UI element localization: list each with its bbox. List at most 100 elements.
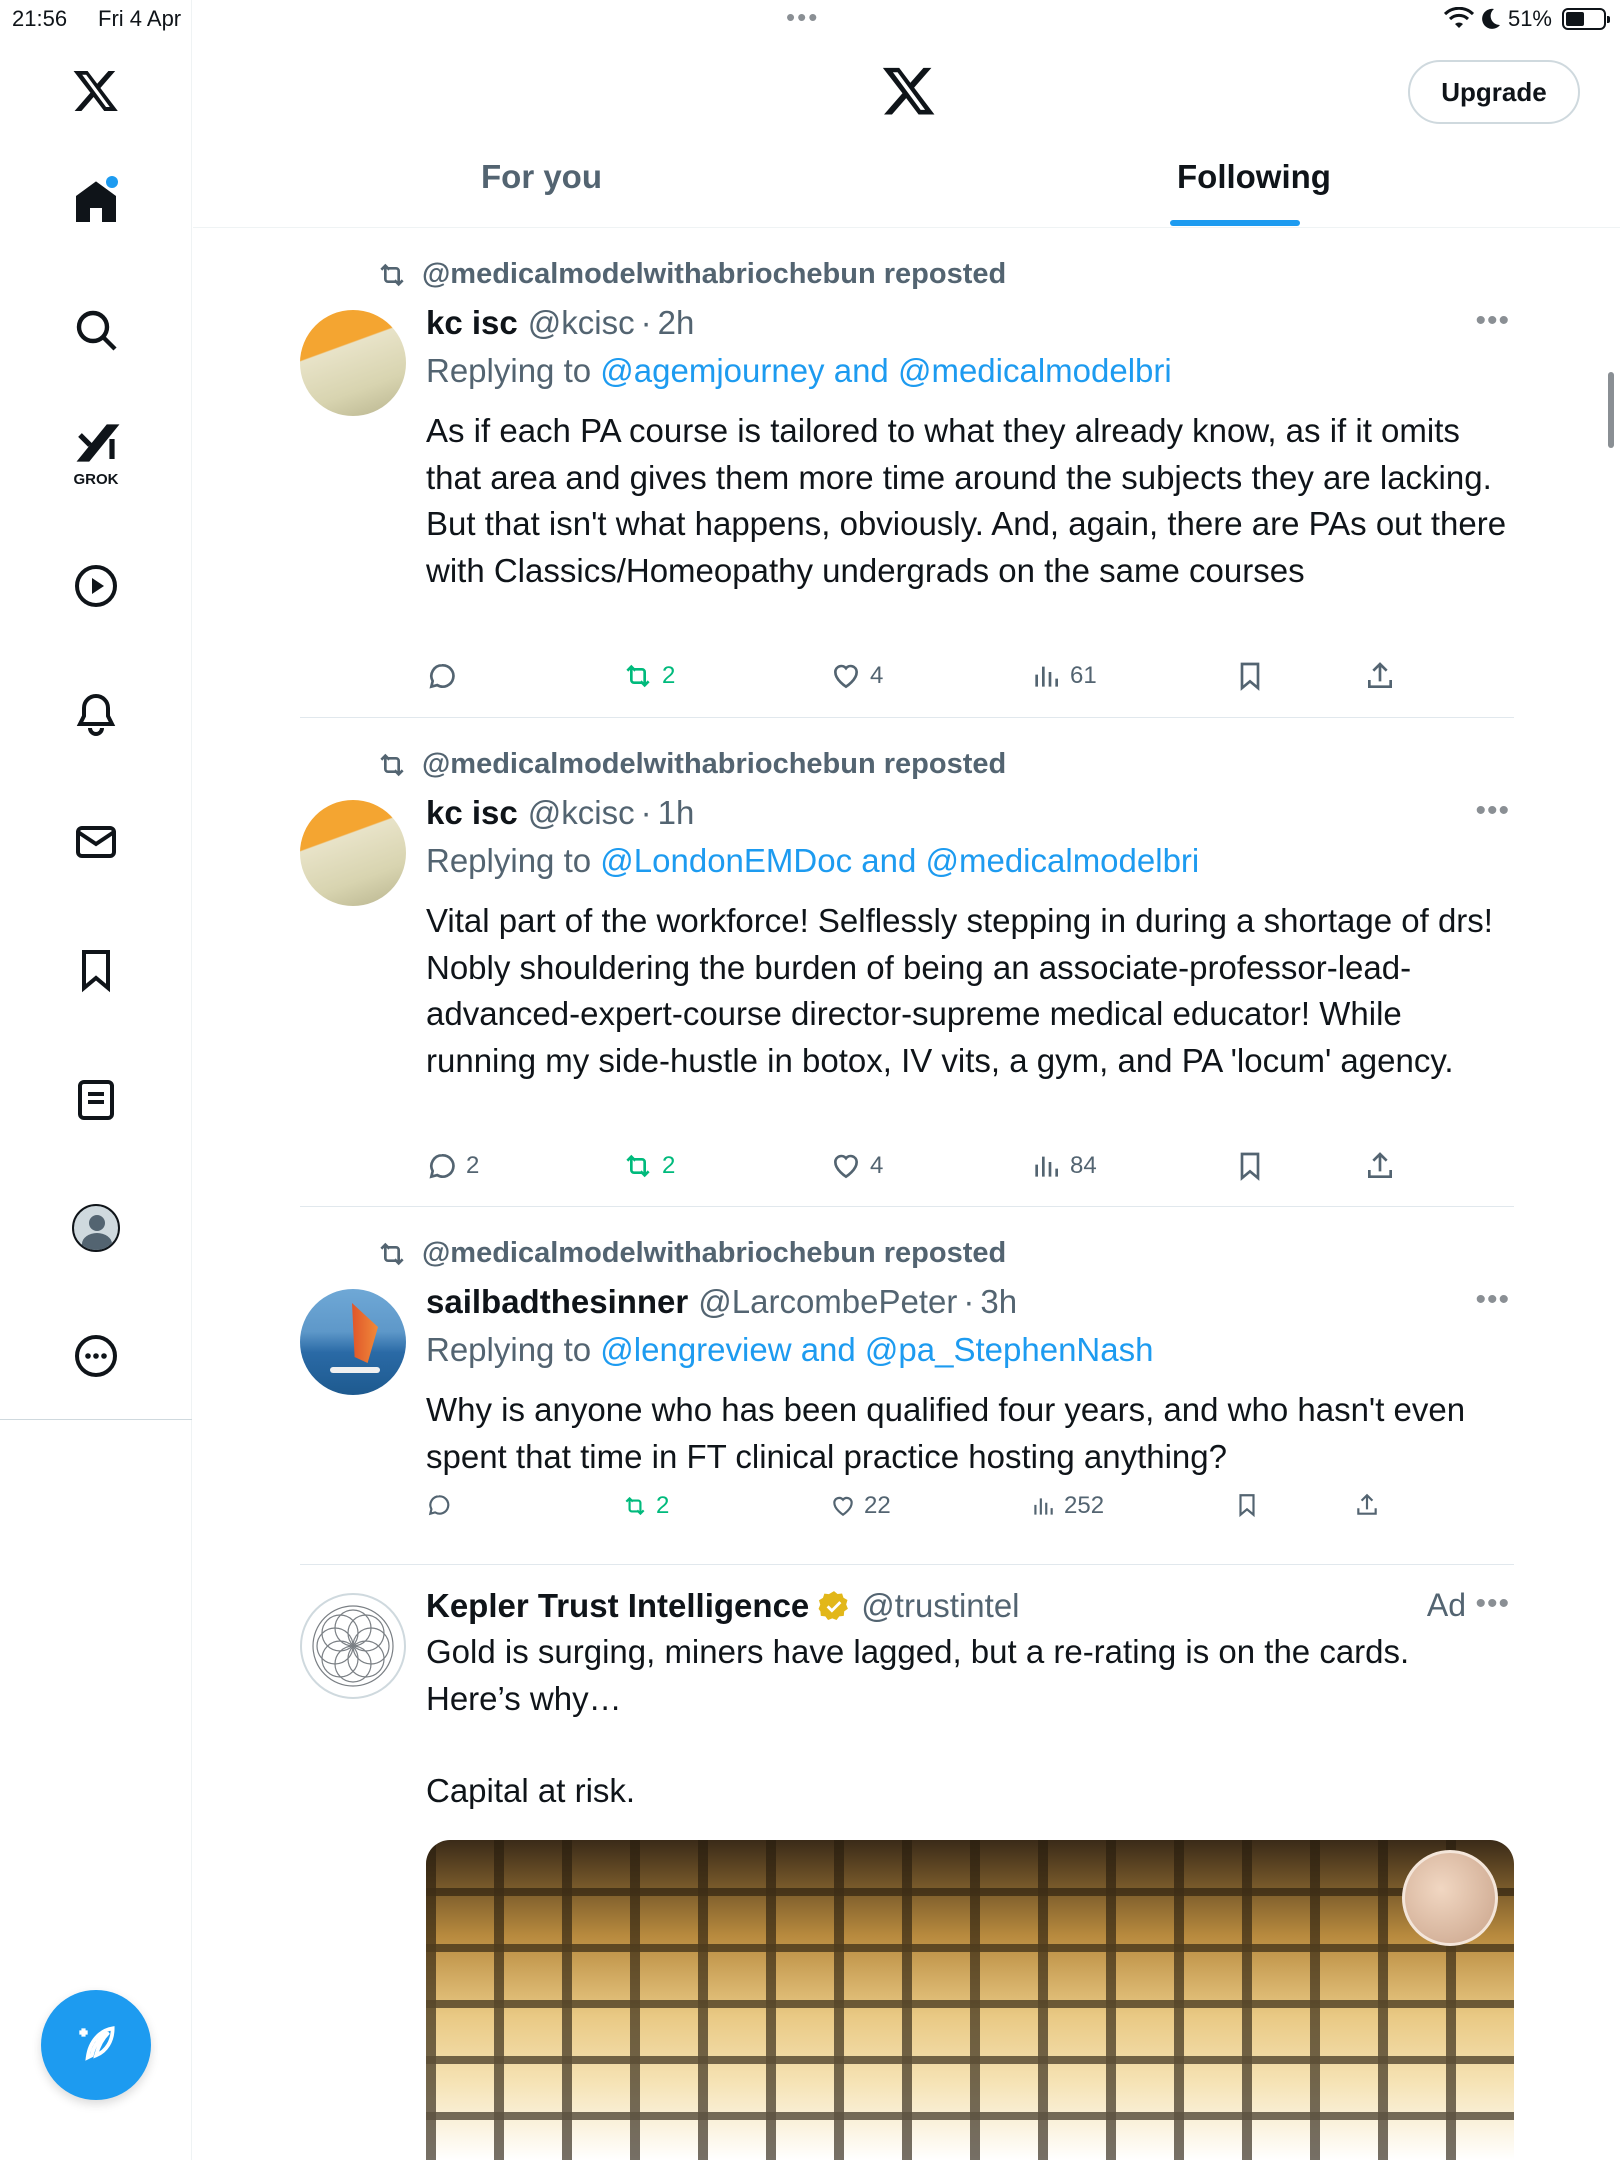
like-button[interactable]: 4 <box>830 660 883 692</box>
sidebar-item-home[interactable] <box>56 162 136 242</box>
post-content: kc isc @kcisc · 2h Replying to @agemjour… <box>426 304 1514 594</box>
ad-image[interactable] <box>426 1840 1514 2160</box>
x-logo-icon[interactable] <box>56 50 136 130</box>
repost-icon <box>625 1496 645 1516</box>
ad-text-line: Gold is surging, miners have lagged, but… <box>426 1633 1410 1670</box>
replying-to-links[interactable]: @lengreview and @pa_StephenNash <box>600 1331 1153 1368</box>
repost-indicator: @medicalmodelwithabriochebun reposted <box>376 748 1006 781</box>
reply-icon <box>428 1495 450 1516</box>
tab-following[interactable]: Following <box>1177 158 1331 196</box>
author-name[interactable]: sailbadthesinner <box>426 1283 688 1321</box>
author-name[interactable]: Kepler Trust Intelligence <box>426 1587 809 1625</box>
views-count: 252 <box>1064 1492 1105 1519</box>
heart-icon <box>833 1496 853 1516</box>
sidebar-item-more[interactable] <box>56 1316 136 1396</box>
replying-to-links[interactable]: @LondonEMDoc and @medicalmodelbri <box>600 842 1199 879</box>
sidebar-item-lists[interactable] <box>56 1060 136 1140</box>
home-notification-dot <box>106 176 118 188</box>
views-count: 61 <box>1070 662 1097 689</box>
repost-button[interactable]: 2 <box>622 660 675 692</box>
repost-button[interactable]: 2 <box>622 1492 669 1520</box>
views-icon <box>1034 1498 1053 1515</box>
repost-by: @medicalmodelwithabriochebun reposted <box>422 1237 1007 1269</box>
sidebar-item-bookmarks[interactable] <box>56 930 136 1010</box>
avatar[interactable] <box>300 1289 406 1395</box>
author-handle[interactable]: @LarcombePeter <box>698 1283 957 1321</box>
x-logo-icon[interactable] <box>881 62 937 118</box>
author-handle[interactable]: @trustintel <box>861 1587 1019 1625</box>
battery-percent: 51% <box>1507 6 1552 31</box>
like-button[interactable]: 22 <box>830 1492 891 1520</box>
post-time[interactable]: 3h <box>980 1283 1017 1321</box>
upgrade-button[interactable]: Upgrade <box>1408 60 1580 124</box>
reply-button[interactable]: 2 <box>426 1150 479 1182</box>
share-button[interactable] <box>1364 660 1396 692</box>
share-button[interactable] <box>1364 1150 1396 1182</box>
compose-post-button[interactable] <box>41 1990 151 2100</box>
post[interactable]: @medicalmodelwithabriochebun reposted ••… <box>300 718 1514 1207</box>
post-time[interactable]: 2h <box>658 304 695 342</box>
moon-icon <box>1482 8 1500 29</box>
post-text: Why is anyone who has been qualified fou… <box>426 1391 1466 1475</box>
search-icon <box>76 310 117 351</box>
share-button[interactable] <box>1354 1492 1380 1518</box>
bookmark-button[interactable] <box>1234 660 1266 692</box>
video-icon <box>75 565 117 607</box>
replying-to-links[interactable]: @agemjourney and @medicalmodelbri <box>600 352 1171 389</box>
verified-badge-icon <box>818 1591 849 1621</box>
post[interactable]: @medicalmodelwithabriochebun reposted ••… <box>300 1207 1514 1565</box>
like-count: 4 <box>870 662 884 689</box>
bookmark-button[interactable] <box>1234 1492 1260 1518</box>
tab-for-you[interactable]: For you <box>481 158 602 196</box>
post-actions: 2 4 61 <box>426 660 1514 700</box>
views-button[interactable]: 84 <box>1030 1150 1097 1182</box>
post-content: sailbadthesinner @LarcombePeter · 3h Rep… <box>426 1283 1514 1480</box>
author-name[interactable]: kc isc <box>426 304 518 342</box>
post-content: Kepler Trust Intelligence @trustintel Go… <box>426 1587 1514 1815</box>
sidebar-item-video[interactable] <box>56 546 136 626</box>
reply-button[interactable] <box>426 1492 460 1518</box>
more-icon <box>75 1335 117 1377</box>
author-handle[interactable]: @kcisc <box>528 304 635 342</box>
separator-dot: · <box>640 304 652 341</box>
ad-image-structure <box>426 1840 1514 2160</box>
sidebar-item-search[interactable] <box>56 290 136 370</box>
views-icon <box>1035 1156 1058 1177</box>
post-time[interactable]: 1h <box>658 794 695 832</box>
replying-to: Replying to @agemjourney and @medicalmod… <box>426 352 1514 390</box>
heart-icon <box>833 664 859 689</box>
timeline: @medicalmodelwithabriochebun reposted ••… <box>300 228 1514 2160</box>
kepler-logo-icon <box>312 1605 394 1687</box>
author-handle[interactable]: @kcisc <box>528 794 635 832</box>
views-button[interactable]: 252 <box>1030 1492 1104 1520</box>
bookmark-button[interactable] <box>1234 1150 1266 1182</box>
ad-text-line: Capital at risk. <box>426 1772 636 1809</box>
sidebar-item-grok[interactable]: GROK <box>56 412 136 492</box>
post[interactable]: @medicalmodelwithabriochebun reposted ••… <box>300 228 1514 718</box>
author-name[interactable]: kc isc <box>426 794 518 832</box>
repost-by: @medicalmodelwithabriochebun reposted <box>422 258 1007 290</box>
separator-dot: · <box>963 1283 975 1320</box>
reply-button[interactable] <box>426 660 466 692</box>
sidebar: GROK <box>0 0 192 2160</box>
post-content: kc isc @kcisc · 1h Replying to @LondonEM… <box>426 794 1514 1084</box>
scrollbar[interactable] <box>1608 372 1614 448</box>
post-text: As if each PA course is tailored to what… <box>426 412 1507 589</box>
post-author-line: kc isc @kcisc · 2h <box>426 304 1514 342</box>
repost-button[interactable]: 2 <box>622 1150 675 1182</box>
multitasking-dots[interactable]: ••• <box>786 2 819 33</box>
post-author-line: kc isc @kcisc · 1h <box>426 794 1514 832</box>
sidebar-item-profile[interactable] <box>56 1188 136 1268</box>
sidebar-item-notifications[interactable] <box>56 674 136 754</box>
sidebar-item-messages[interactable] <box>56 802 136 882</box>
avatar[interactable] <box>300 800 406 906</box>
repost-icon <box>626 664 650 688</box>
views-button[interactable]: 61 <box>1030 660 1097 692</box>
repost-icon <box>626 1154 650 1178</box>
avatar[interactable] <box>300 310 406 416</box>
avatar[interactable] <box>300 1593 406 1699</box>
battery-level <box>1566 12 1585 26</box>
sidebar-nav: GROK <box>0 0 192 1420</box>
like-button[interactable]: 4 <box>830 1150 883 1182</box>
repost-icon <box>380 753 404 776</box>
